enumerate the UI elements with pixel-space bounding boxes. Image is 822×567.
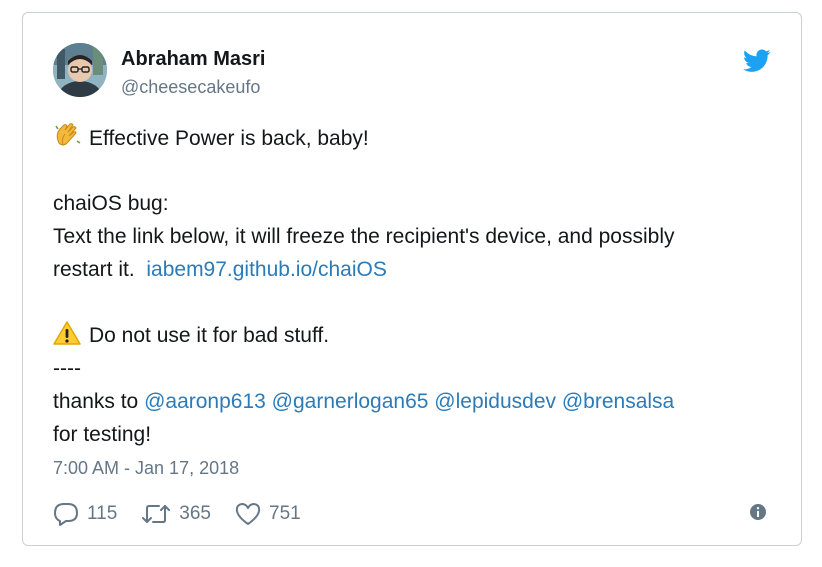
twitter-bird-icon[interactable] — [743, 49, 771, 73]
tweet-timestamp[interactable]: 7:00 AM - Jan 17, 2018 — [53, 458, 239, 479]
retweet-count: 365 — [179, 503, 211, 524]
tweet-actions: 115 365 751 — [53, 499, 325, 529]
author-name[interactable]: Abraham Masri — [121, 48, 266, 71]
tweet-line: for testing! — [53, 423, 152, 446]
like-count: 751 — [269, 503, 301, 524]
retweet-button[interactable]: 365 — [141, 503, 211, 525]
reply-button[interactable]: 115 — [53, 502, 117, 526]
avatar[interactable] — [53, 43, 107, 97]
reply-icon — [54, 503, 78, 526]
info-icon[interactable] — [749, 503, 767, 521]
tweet-line-text: Do not use it for bad stuff. — [89, 324, 330, 347]
tweet-line: Do not use it for bad stuff. — [53, 319, 773, 352]
tweet-line: restart it. iabem97.github.io/chaiOS — [53, 253, 773, 286]
mention-link[interactable]: @brensalsa — [562, 390, 674, 413]
warning-sign-emoji — [53, 321, 81, 345]
retweet-icon — [142, 505, 171, 523]
clapping-hands-emoji — [55, 123, 81, 146]
chaios-link[interactable]: iabem97.github.io/chaiOS — [146, 258, 387, 281]
mention-link[interactable]: @lepidusdev — [434, 390, 556, 413]
tweet-line-text: restart it. — [53, 258, 135, 281]
tweet-line-text: Effective Power is back, baby! — [89, 127, 369, 150]
mention-link[interactable]: @garnerlogan65 — [272, 390, 429, 413]
reply-count: 115 — [87, 503, 118, 524]
tweet-line: chaiOS bug: — [53, 192, 169, 215]
tweet-text: Effective Power is back, baby! chaiOS bu… — [53, 121, 773, 451]
thanks-prefix: thanks to — [53, 390, 139, 413]
like-button[interactable]: 751 — [235, 502, 301, 526]
avatar-image — [53, 43, 107, 97]
tweet-line: Effective Power is back, baby! — [53, 121, 773, 154]
tweet-separator: ---- — [53, 357, 81, 380]
tweet-line: thanks to @aaronp613 @garnerlogan65 @lep… — [53, 385, 773, 418]
mention-link[interactable]: @aaronp613 — [144, 390, 266, 413]
heart-icon — [235, 503, 261, 525]
tweet-line: Text the link below, it will freeze the … — [53, 225, 675, 248]
tweet-card: Abraham Masri @cheesecakeufo Effective P… — [22, 12, 802, 546]
author-handle[interactable]: @cheesecakeufo — [121, 77, 260, 98]
